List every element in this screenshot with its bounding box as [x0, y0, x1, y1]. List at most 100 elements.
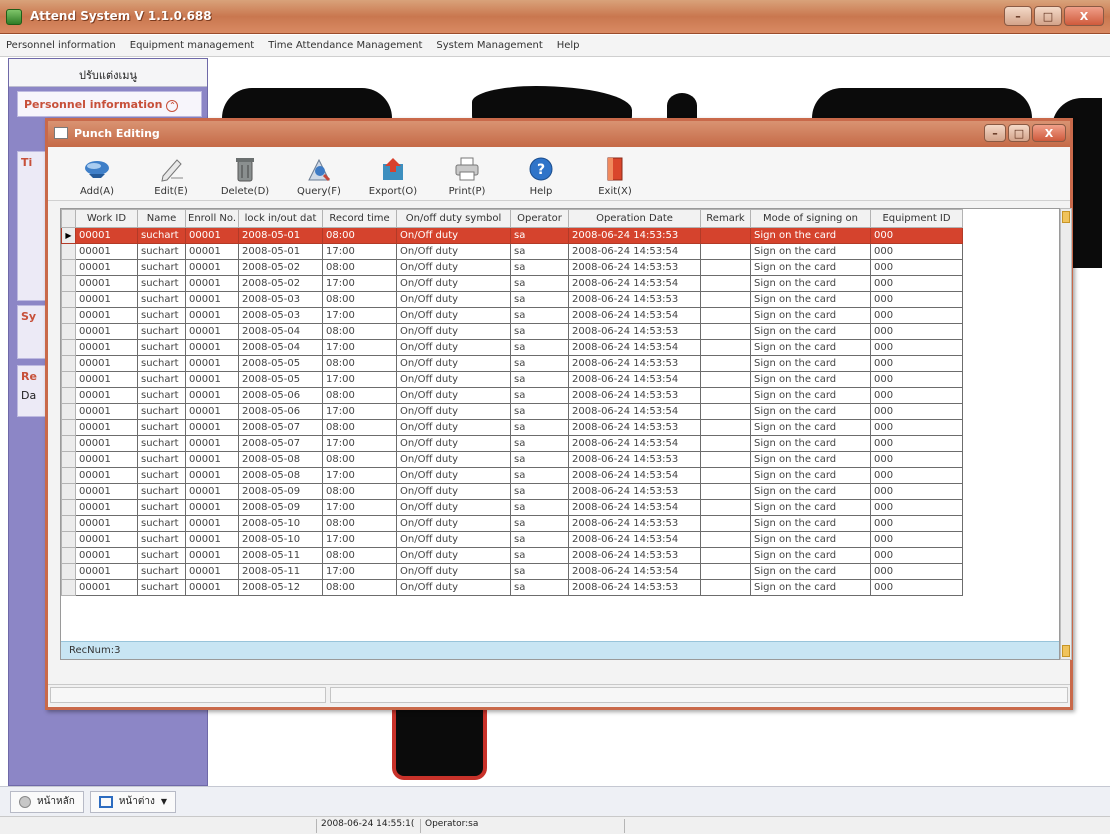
table-cell[interactable]: suchart — [137, 483, 186, 500]
table-cell[interactable]: 000 — [870, 435, 964, 452]
table-cell[interactable]: 2008-06-24 14:53:54 — [568, 339, 702, 356]
table-cell[interactable]: 2008-06-24 14:53:54 — [568, 371, 702, 388]
table-cell[interactable]: 00001 — [75, 579, 138, 596]
table-cell[interactable]: 00001 — [184, 259, 240, 276]
table-cell[interactable]: suchart — [137, 307, 186, 324]
table-cell[interactable]: suchart — [137, 531, 186, 548]
table-cell[interactable]: 000 — [870, 579, 964, 596]
table-cell[interactable]: 00001 — [75, 499, 138, 516]
table-cell[interactable]: 00001 — [75, 387, 138, 404]
table-cell[interactable]: 000 — [870, 547, 964, 564]
table-cell[interactable]: On/Off duty — [396, 275, 512, 292]
table-row[interactable]: 00001 suchart 00001 2008-05-03 08:00 On/Off d… — [61, 291, 964, 308]
row-header[interactable] — [61, 531, 76, 548]
table-cell[interactable]: On/Off duty — [396, 499, 512, 516]
table-cell[interactable]: Sign on the card — [750, 419, 872, 436]
table-cell[interactable]: 2008-06-24 14:53:54 — [568, 531, 702, 548]
table-cell[interactable]: 2008-05-04 — [238, 323, 324, 340]
table-cell[interactable]: 00001 — [184, 579, 240, 596]
minimize-button[interactable]: – — [1004, 6, 1032, 26]
scroll-up-arrow[interactable] — [1062, 211, 1070, 223]
table-cell[interactable]: 17:00 — [322, 499, 398, 516]
table-cell[interactable]: Sign on the card — [750, 499, 872, 516]
column-header[interactable]: Remark — [700, 209, 752, 228]
table-cell[interactable]: sa — [510, 371, 570, 388]
table-cell[interactable]: suchart — [137, 259, 186, 276]
table-cell[interactable]: Sign on the card — [750, 483, 872, 500]
table-cell[interactable]: sa — [510, 339, 570, 356]
table-cell[interactable]: Sign on the card — [750, 531, 872, 548]
table-row[interactable]: 00001 suchart 00001 2008-05-04 17:00 On/Off d… — [61, 339, 964, 356]
table-cell[interactable]: 000 — [870, 323, 964, 340]
table-cell[interactable]: sa — [510, 227, 570, 244]
table-row[interactable]: 00001 suchart 00001 2008-05-07 17:00 On/Off d… — [61, 435, 964, 452]
table-cell[interactable]: 08:00 — [322, 355, 398, 372]
table-cell[interactable]: sa — [510, 291, 570, 308]
row-header[interactable] — [61, 355, 76, 372]
table-row[interactable]: 00001 suchart 00001 2008-05-06 17:00 On/Off d… — [61, 403, 964, 420]
table-cell[interactable]: 00001 — [184, 547, 240, 564]
table-cell[interactable]: Sign on the card — [750, 371, 872, 388]
table-cell[interactable]: Sign on the card — [750, 387, 872, 404]
table-cell[interactable] — [700, 547, 752, 564]
table-cell[interactable]: 2008-05-01 — [238, 243, 324, 260]
table-row[interactable]: ▶ 00001 suchart 00001 2008-05-01 08:00 On/Off … — [61, 227, 964, 244]
menu-system-management[interactable]: System Management — [436, 40, 542, 51]
table-cell[interactable]: 00001 — [75, 227, 138, 244]
table-cell[interactable]: On/Off duty — [396, 243, 512, 260]
table-cell[interactable]: 00001 — [184, 291, 240, 308]
table-cell[interactable]: On/Off duty — [396, 419, 512, 436]
table-cell[interactable]: sa — [510, 403, 570, 420]
help-button[interactable]: ? Help — [504, 150, 578, 200]
table-cell[interactable] — [700, 467, 752, 484]
table-cell[interactable]: Sign on the card — [750, 547, 872, 564]
row-header[interactable] — [61, 243, 76, 260]
column-header[interactable]: Mode of signing on — [750, 209, 872, 228]
row-header[interactable] — [61, 467, 76, 484]
table-cell[interactable]: suchart — [137, 467, 186, 484]
table-cell[interactable]: 00001 — [75, 435, 138, 452]
table-cell[interactable]: 2008-06-24 14:53:53 — [568, 579, 702, 596]
table-cell[interactable]: Sign on the card — [750, 403, 872, 420]
table-cell[interactable]: sa — [510, 387, 570, 404]
table-cell[interactable]: 2008-05-10 — [238, 531, 324, 548]
table-cell[interactable]: 2008-05-06 — [238, 403, 324, 420]
table-cell[interactable]: On/Off duty — [396, 547, 512, 564]
table-cell[interactable]: 08:00 — [322, 579, 398, 596]
table-row[interactable]: 00001 suchart 00001 2008-05-02 17:00 On/Off d… — [61, 275, 964, 292]
table-cell[interactable] — [700, 531, 752, 548]
table-cell[interactable]: 2008-06-24 14:53:53 — [568, 451, 702, 468]
table-cell[interactable]: 00001 — [75, 419, 138, 436]
table-cell[interactable]: sa — [510, 467, 570, 484]
table-cell[interactable]: 08:00 — [322, 483, 398, 500]
table-cell[interactable]: 2008-06-24 14:53:53 — [568, 547, 702, 564]
table-cell[interactable] — [700, 259, 752, 276]
table-cell[interactable]: 2008-06-24 14:53:53 — [568, 483, 702, 500]
table-cell[interactable] — [700, 307, 752, 324]
table-cell[interactable]: 08:00 — [322, 387, 398, 404]
table-cell[interactable]: 2008-05-11 — [238, 547, 324, 564]
table-cell[interactable]: 2008-06-24 14:53:53 — [568, 291, 702, 308]
menu-time-attendance[interactable]: Time Attendance Management — [268, 40, 422, 51]
table-cell[interactable]: sa — [510, 259, 570, 276]
table-cell[interactable]: 00001 — [75, 563, 138, 580]
table-cell[interactable]: 00001 — [184, 355, 240, 372]
table-cell[interactable]: On/Off duty — [396, 387, 512, 404]
table-cell[interactable]: On/Off duty — [396, 291, 512, 308]
current-row-indicator[interactable]: ▶ — [61, 227, 76, 244]
row-header[interactable] — [61, 403, 76, 420]
table-cell[interactable]: 00001 — [75, 451, 138, 468]
row-header[interactable] — [61, 323, 76, 340]
table-cell[interactable]: 00001 — [75, 355, 138, 372]
table-cell[interactable]: 000 — [870, 291, 964, 308]
table-row[interactable]: 00001 suchart 00001 2008-05-10 17:00 On/Off d… — [61, 531, 964, 548]
table-cell[interactable]: 00001 — [75, 467, 138, 484]
table-cell[interactable] — [700, 419, 752, 436]
table-cell[interactable]: suchart — [137, 435, 186, 452]
table-row[interactable]: 00001 suchart 00001 2008-05-09 08:00 On/Off d… — [61, 483, 964, 500]
table-cell[interactable]: 000 — [870, 387, 964, 404]
table-cell[interactable]: suchart — [137, 419, 186, 436]
table-cell[interactable] — [700, 291, 752, 308]
table-cell[interactable]: 2008-05-02 — [238, 259, 324, 276]
row-header[interactable] — [61, 275, 76, 292]
